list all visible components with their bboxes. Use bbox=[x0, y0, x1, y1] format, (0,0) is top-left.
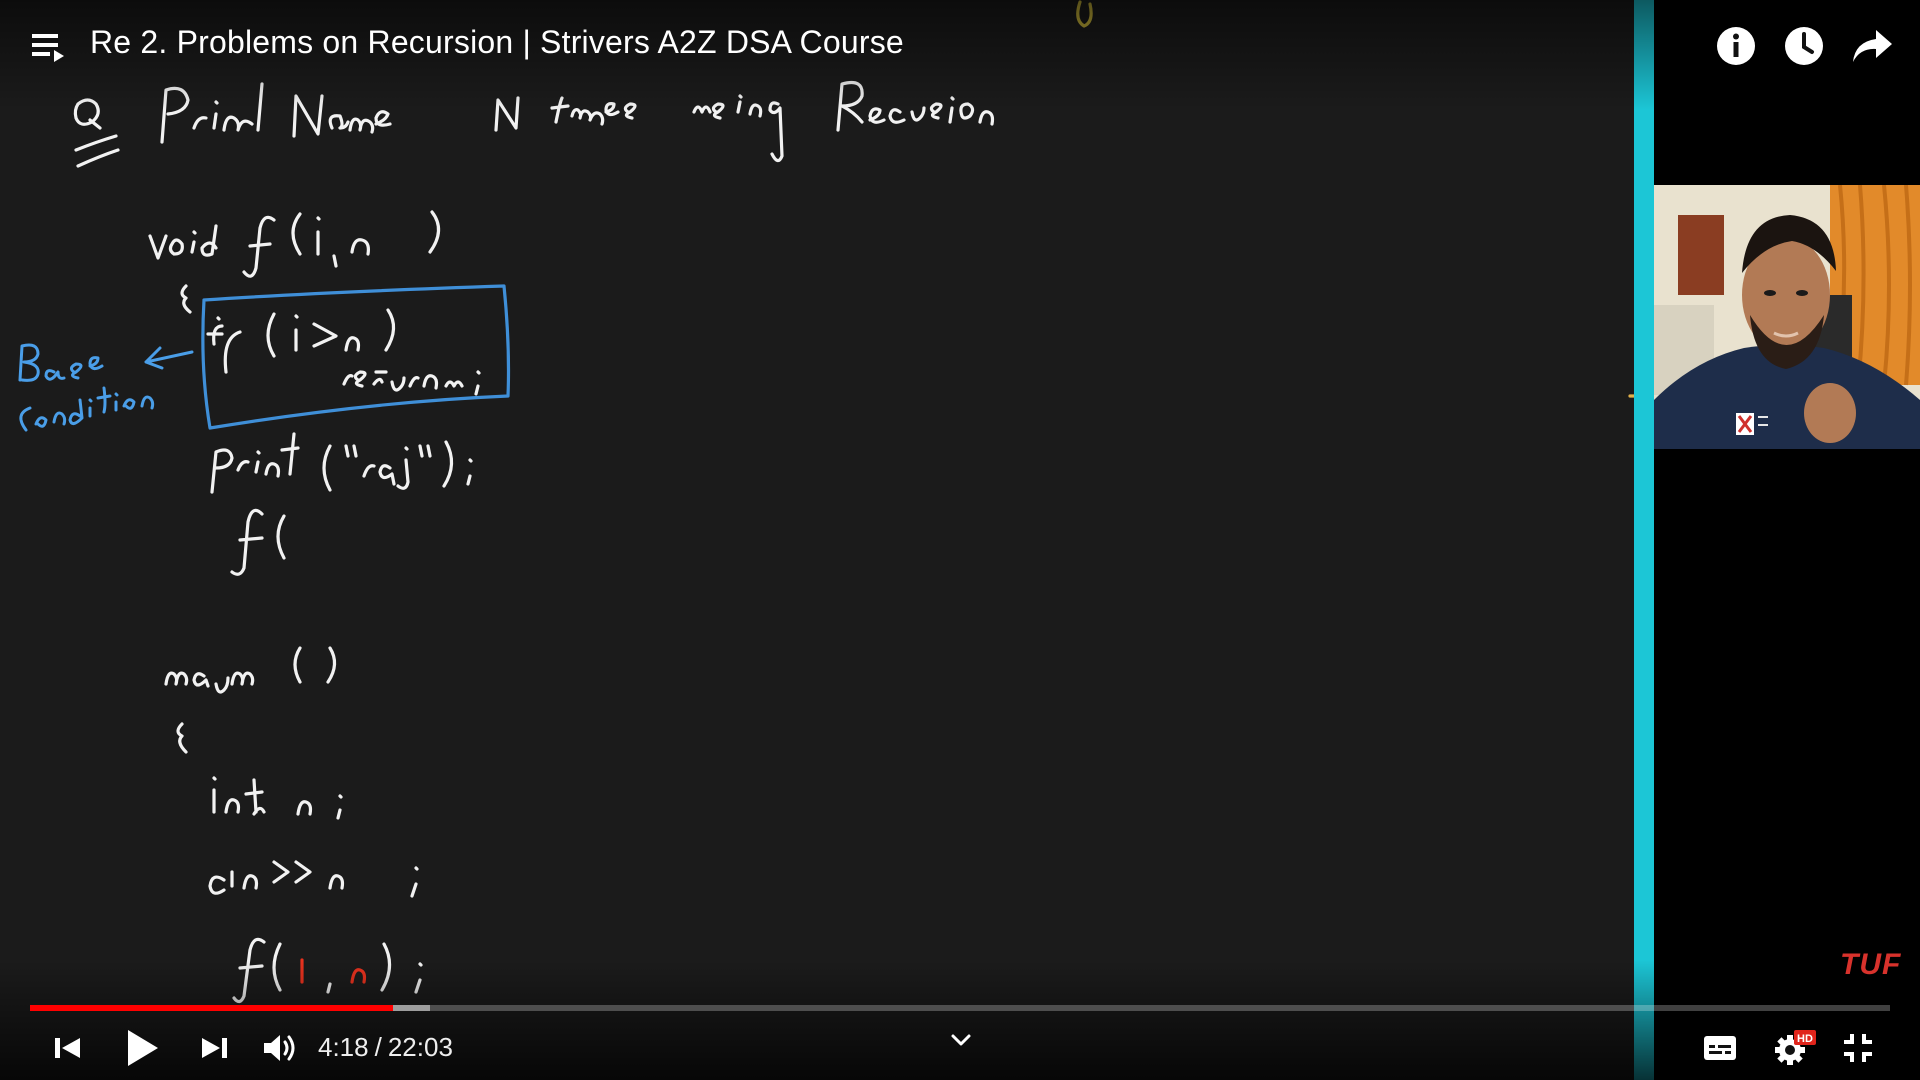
volume-icon bbox=[264, 1035, 295, 1061]
exit-fullscreen-button[interactable] bbox=[1840, 1030, 1876, 1066]
next-button[interactable] bbox=[196, 1030, 232, 1066]
previous-button[interactable] bbox=[50, 1030, 86, 1066]
clock-icon bbox=[1785, 27, 1823, 65]
chapters-toggle[interactable] bbox=[948, 1030, 974, 1050]
next-icon bbox=[202, 1038, 227, 1058]
handwritten-whiteboard bbox=[18, 0, 1634, 1004]
channel-logo: TUF bbox=[1840, 948, 1902, 981]
code-void-f bbox=[148, 210, 441, 278]
time-separator: / bbox=[374, 1032, 382, 1062]
subtitles-icon bbox=[1704, 1036, 1736, 1060]
webcam-overlay bbox=[1654, 185, 1920, 449]
side-accent-bar bbox=[1634, 0, 1654, 1080]
code-print-raj bbox=[210, 432, 473, 494]
progress-bar[interactable] bbox=[30, 1005, 1890, 1011]
video-title[interactable]: Re 2. Problems on Recursion | Strivers A… bbox=[90, 24, 904, 61]
side-panel bbox=[1654, 0, 1920, 1080]
subtitles-button[interactable] bbox=[1700, 1030, 1740, 1066]
playlist-button[interactable] bbox=[30, 28, 70, 66]
progress-played bbox=[30, 1005, 393, 1011]
playlist-icon bbox=[32, 34, 64, 62]
base-condition-box bbox=[201, 284, 511, 430]
presenter-image bbox=[1654, 185, 1920, 449]
time-display: 4:18/22:03 bbox=[318, 1032, 453, 1063]
code-f-call bbox=[230, 508, 286, 576]
code-int-n bbox=[212, 776, 343, 820]
play-button[interactable] bbox=[122, 1026, 162, 1070]
previous-icon bbox=[55, 1038, 80, 1058]
share-icon bbox=[1853, 30, 1892, 62]
info-icon bbox=[1717, 27, 1755, 65]
video-player[interactable]: Re 2. Problems on Recursion | Strivers A… bbox=[0, 0, 1920, 1080]
whiteboard-frame bbox=[0, 0, 1634, 1080]
play-icon bbox=[128, 1030, 158, 1066]
code-main bbox=[164, 646, 337, 694]
info-button[interactable] bbox=[1714, 24, 1758, 68]
code-if-return bbox=[206, 308, 481, 396]
gear-icon: HD bbox=[1775, 1030, 1816, 1065]
exit-fullscreen-icon bbox=[1844, 1034, 1872, 1062]
code-cin-n bbox=[208, 860, 419, 898]
volume-button[interactable] bbox=[260, 1030, 298, 1066]
duration: 22:03 bbox=[387, 1032, 453, 1062]
chevron-down-icon bbox=[951, 1034, 971, 1046]
watch-later-button[interactable] bbox=[1782, 24, 1826, 68]
settings-button[interactable]: HD bbox=[1772, 1028, 1816, 1068]
share-button[interactable] bbox=[1850, 24, 1894, 68]
base-condition-annotation bbox=[18, 343, 194, 432]
hd-badge: HD bbox=[1797, 1033, 1813, 1045]
code-open-brace-1 bbox=[180, 284, 192, 314]
current-time: 4:18 bbox=[318, 1032, 369, 1062]
code-open-brace-2 bbox=[176, 722, 188, 754]
